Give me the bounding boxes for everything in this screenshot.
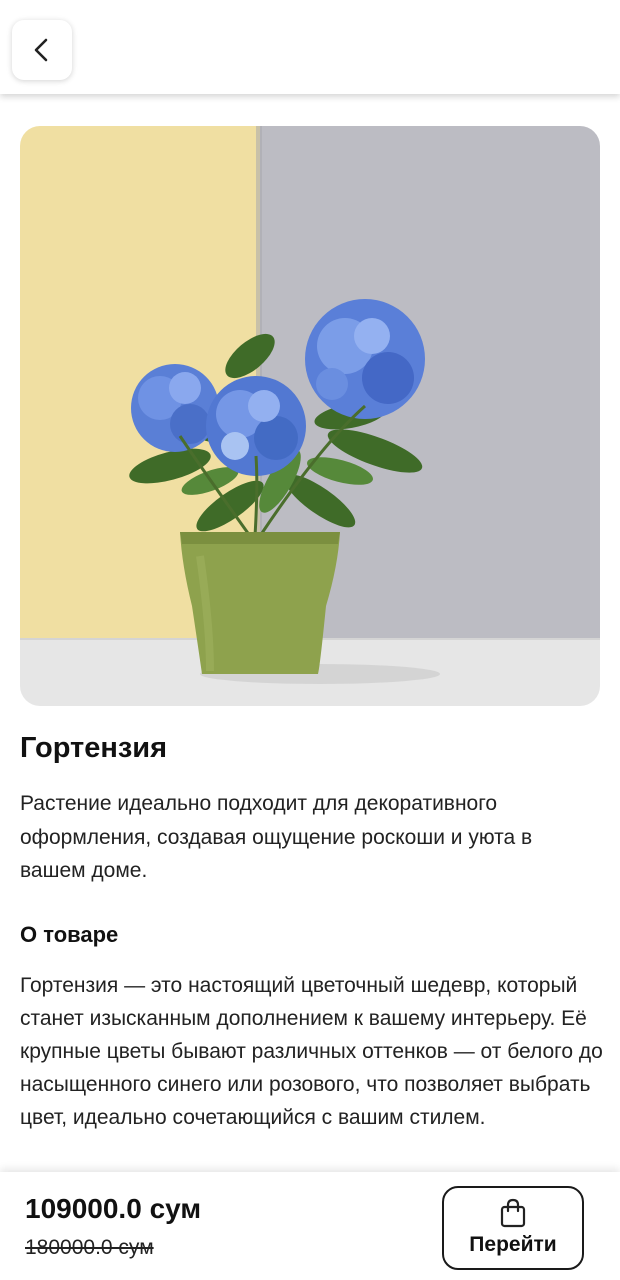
hydrangea-photo — [20, 126, 600, 706]
current-price: 109000.0 сум — [25, 1193, 202, 1224]
top-bar — [0, 0, 620, 94]
product-page: Гортензия Растение идеально подходит для… — [0, 0, 620, 1280]
purchase-bar: 109000.0 сум 180000.0 сум Перейти — [0, 1172, 620, 1280]
go-button-label: Перейти — [469, 1233, 557, 1256]
about-text: Гортензия — это настоящий цветочный шеде… — [20, 974, 603, 1129]
about-heading: О товаре — [20, 922, 119, 947]
go-button[interactable]: Перейти — [442, 1186, 584, 1270]
product-title: Гортензия — [20, 732, 168, 764]
product-image — [20, 126, 600, 706]
chevron-left-icon — [34, 38, 48, 62]
product-description: Растение идеально подходит для декоратив… — [20, 792, 533, 882]
shopping-bag-icon — [500, 1198, 526, 1228]
back-button[interactable] — [12, 20, 72, 80]
old-price: 180000.0 сум — [25, 1236, 154, 1259]
